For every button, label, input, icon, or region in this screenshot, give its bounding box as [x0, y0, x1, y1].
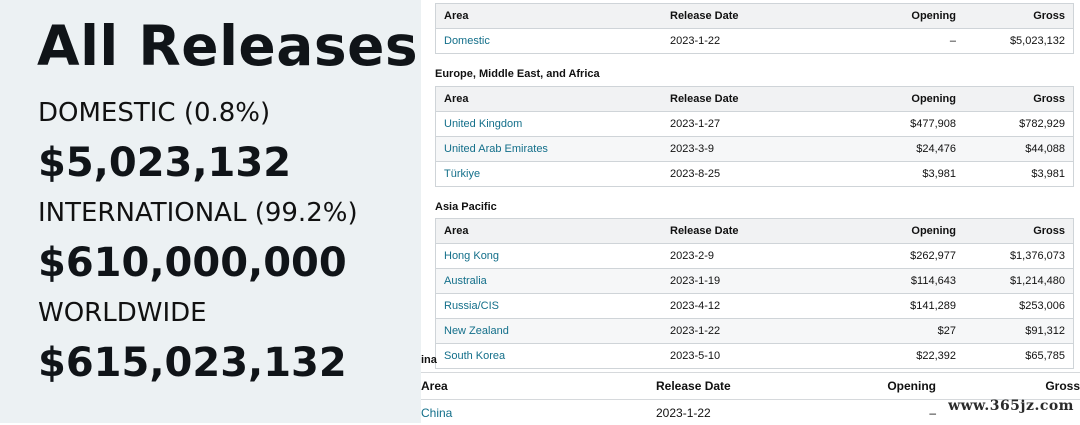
- gross: $5,023,132: [964, 29, 1074, 54]
- page-title: All Releases: [37, 14, 418, 78]
- section-title-apac: Asia Pacific: [435, 201, 497, 213]
- col-release-date: Release Date: [656, 373, 826, 400]
- table-row: United Arab Emirates 2023-3-9 $24,476 $4…: [436, 137, 1074, 162]
- table-row: Hong Kong 2023-2-9 $262,977 $1,376,073: [436, 244, 1074, 269]
- worldwide-amount: $615,023,132: [38, 340, 347, 386]
- opening: $22,392: [828, 344, 964, 369]
- international-label: INTERNATIONAL (99.2%): [38, 198, 358, 228]
- col-area: Area: [436, 87, 663, 112]
- area-link[interactable]: Russia/CIS: [444, 300, 499, 312]
- release-date: 2023-5-10: [662, 344, 828, 369]
- table-header-row: Area Release Date Opening Gross: [421, 373, 1080, 400]
- worldwide-label: WORLDWIDE: [38, 298, 207, 328]
- watermark: www.365jz.com: [948, 398, 1074, 414]
- col-opening: Opening: [826, 373, 936, 400]
- table-header-row: Area Release Date Opening Gross: [436, 219, 1074, 244]
- release-date: 2023-4-12: [662, 294, 828, 319]
- gross: $65,785: [964, 344, 1074, 369]
- table-row: Domestic 2023-1-22 – $5,023,132: [436, 29, 1074, 54]
- col-gross: Gross: [964, 219, 1074, 244]
- area-link[interactable]: New Zealand: [444, 325, 509, 337]
- opening: $114,643: [828, 269, 964, 294]
- table-header-row: Area Release Date Opening Gross: [436, 87, 1074, 112]
- area-link[interactable]: Hong Kong: [444, 250, 499, 262]
- section-title-emea: Europe, Middle East, and Africa: [435, 68, 600, 80]
- opening: $27: [828, 319, 964, 344]
- col-opening: Opening: [828, 4, 964, 29]
- opening: $3,981: [828, 162, 964, 187]
- gross: $44,088: [964, 137, 1074, 162]
- col-release-date: Release Date: [662, 87, 828, 112]
- area-link[interactable]: United Kingdom: [444, 118, 522, 130]
- domestic-amount: $5,023,132: [38, 140, 291, 186]
- release-date: 2023-1-19: [662, 269, 828, 294]
- col-area: Area: [436, 4, 663, 29]
- col-release-date: Release Date: [662, 219, 828, 244]
- gross: $1,376,073: [964, 244, 1074, 269]
- release-date: 2023-1-22: [656, 400, 826, 425]
- gross: $3,981: [964, 162, 1074, 187]
- table-row: Australia 2023-1-19 $114,643 $1,214,480: [436, 269, 1074, 294]
- gross: $782,929: [964, 112, 1074, 137]
- apac-table: Area Release Date Opening Gross Hong Kon…: [435, 218, 1074, 369]
- release-date: 2023-8-25: [662, 162, 828, 187]
- col-gross: Gross: [964, 4, 1074, 29]
- opening: $24,476: [828, 137, 964, 162]
- area-link[interactable]: China: [421, 406, 452, 420]
- opening: –: [826, 400, 936, 425]
- table-row: United Kingdom 2023-1-27 $477,908 $782,9…: [436, 112, 1074, 137]
- domestic-table: Area Release Date Opening Gross Domestic…: [435, 3, 1074, 54]
- area-link[interactable]: Australia: [444, 275, 487, 287]
- table-row: Türkiye 2023-8-25 $3,981 $3,981: [436, 162, 1074, 187]
- gross: $253,006: [964, 294, 1074, 319]
- col-gross: Gross: [964, 87, 1074, 112]
- domestic-label: DOMESTIC (0.8%): [38, 98, 270, 128]
- release-date: 2023-1-27: [662, 112, 828, 137]
- area-link[interactable]: Türkiye: [444, 168, 480, 180]
- col-area: Area: [436, 219, 663, 244]
- release-date: 2023-1-22: [662, 29, 828, 54]
- col-gross: Gross: [936, 373, 1080, 400]
- release-date: 2023-1-22: [662, 319, 828, 344]
- area-link[interactable]: United Arab Emirates: [444, 143, 548, 155]
- gross: $1,214,480: [964, 269, 1074, 294]
- table-row: Russia/CIS 2023-4-12 $141,289 $253,006: [436, 294, 1074, 319]
- col-release-date: Release Date: [662, 4, 828, 29]
- opening: $141,289: [828, 294, 964, 319]
- gross: $91,312: [964, 319, 1074, 344]
- area-link[interactable]: South Korea: [444, 350, 505, 362]
- release-date: 2023-3-9: [662, 137, 828, 162]
- col-opening: Opening: [828, 219, 964, 244]
- section-title-china: ina: [421, 354, 437, 366]
- release-date: 2023-2-9: [662, 244, 828, 269]
- table-header-row: Area Release Date Opening Gross: [436, 4, 1074, 29]
- emea-table: Area Release Date Opening Gross United K…: [435, 86, 1074, 187]
- table-row: New Zealand 2023-1-22 $27 $91,312: [436, 319, 1074, 344]
- summary-panel: All Releases DOMESTIC (0.8%) $5,023,132 …: [0, 0, 421, 423]
- area-link[interactable]: Domestic: [444, 35, 490, 47]
- opening: $477,908: [828, 112, 964, 137]
- international-amount: $610,000,000: [38, 240, 347, 286]
- col-opening: Opening: [828, 87, 964, 112]
- col-area: Area: [421, 373, 656, 400]
- table-row: South Korea 2023-5-10 $22,392 $65,785: [436, 344, 1074, 369]
- opening: –: [828, 29, 964, 54]
- opening: $262,977: [828, 244, 964, 269]
